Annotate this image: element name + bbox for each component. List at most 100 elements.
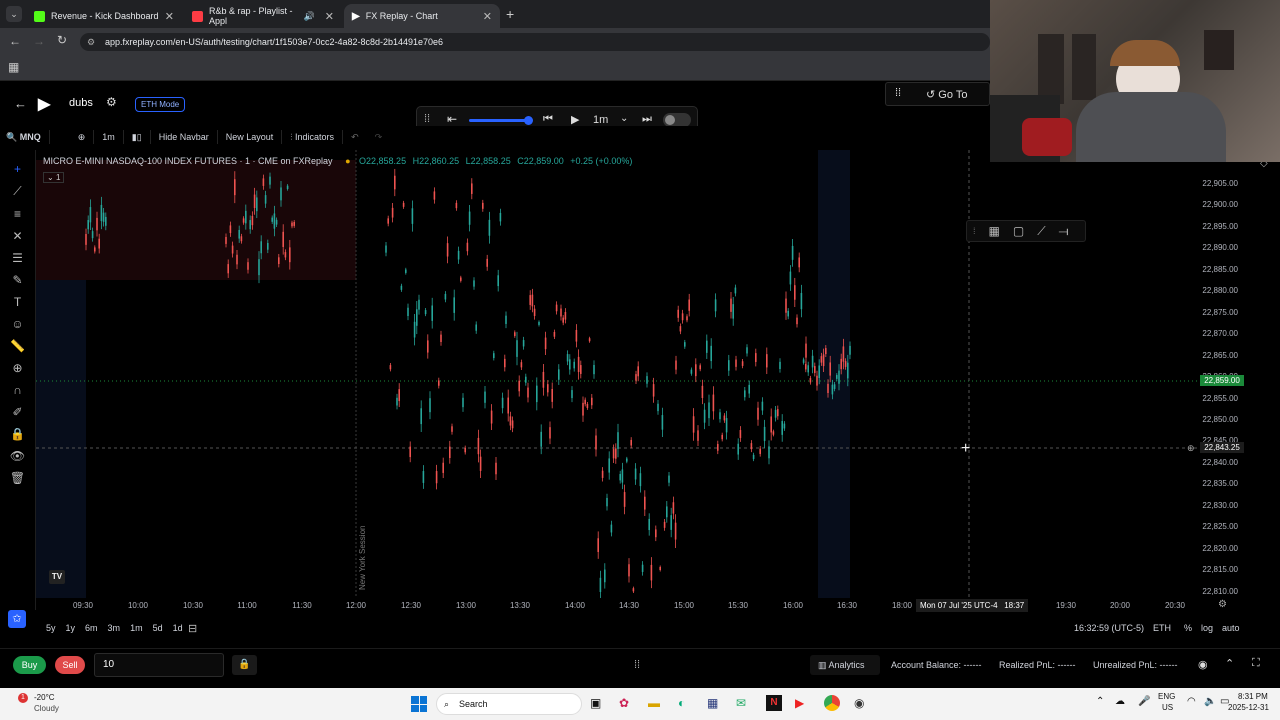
forward-icon[interactable]: →: [33, 34, 45, 48]
language-label[interactable]: ENG: [1158, 692, 1175, 701]
range-button-5d[interactable]: 5d: [153, 623, 163, 633]
time-axis[interactable]: 09:30 10:00 10:30 11:00 11:30 12:00 12:30 13:00…: [36, 598, 1227, 614]
undo-icon[interactable]: ↶: [343, 130, 367, 144]
quantity-input[interactable]: 10: [94, 653, 224, 677]
slider-thumb[interactable]: [524, 116, 533, 125]
copilot-icon[interactable]: ✿: [619, 696, 629, 710]
rectangle-icon[interactable]: ▢: [1013, 224, 1024, 238]
range-button-6m[interactable]: 6m: [85, 623, 98, 633]
sell-button[interactable]: Sell: [55, 656, 85, 674]
cloud-icon[interactable]: ☁: [1115, 696, 1125, 707]
lock-icon[interactable]: 🔒: [10, 427, 25, 441]
resize-handle-icon[interactable]: ⁞⁞: [634, 659, 640, 671]
add-alert-icon[interactable]: ⊕: [1187, 443, 1195, 454]
price-axis[interactable]: 22,905.00 22,900.00 22,895.00 22,890.00 22,8…: [1187, 150, 1280, 598]
close-icon[interactable]: ✕: [165, 10, 174, 23]
tab-fx-replay[interactable]: ▶ FX Replay - Chart ✕: [344, 4, 500, 28]
lock-drawing-icon[interactable]: ✐: [12, 405, 22, 419]
outlook-icon[interactable]: ✉: [736, 696, 746, 710]
fullscreen-icon[interactable]: ⛶: [1252, 657, 1260, 670]
chart-pane[interactable]: New York Session MICRO E-MINI NASDAQ-100…: [36, 150, 1200, 598]
hide-navbar-button[interactable]: Hide Navbar: [151, 130, 218, 144]
tab-search-icon[interactable]: ⌄: [6, 6, 22, 22]
tab-kick-dashboard[interactable]: Revenue - Kick Dashboard ✕: [26, 4, 182, 28]
edge-icon[interactable]: ◐: [678, 696, 685, 710]
session-name[interactable]: dubs: [69, 97, 93, 109]
ruler-icon[interactable]: 📏: [10, 339, 25, 353]
grid-icon[interactable]: ▦: [989, 224, 1000, 238]
volume-icon[interactable]: 🔈: [1204, 696, 1216, 707]
text-icon[interactable]: T: [14, 295, 21, 309]
drag-handle-icon[interactable]: ⁞: [973, 226, 976, 236]
settings-gear-icon[interactable]: ⚙: [1218, 599, 1227, 610]
reload-icon[interactable]: ↻: [57, 33, 67, 47]
taskbar-search[interactable]: ⌕ Search: [436, 693, 582, 715]
back-icon[interactable]: ←: [9, 34, 21, 48]
brush-icon[interactable]: ✎: [12, 273, 22, 287]
site-info-icon[interactable]: ⚙: [87, 33, 95, 51]
microphone-icon[interactable]: 🎤: [1138, 696, 1150, 707]
horizontal-line-icon[interactable]: ⟞: [1059, 224, 1069, 239]
app-icon[interactable]: ◉: [854, 696, 864, 710]
player-interval[interactable]: 1m: [593, 114, 608, 126]
store-icon[interactable]: ▦: [707, 696, 718, 710]
indicator-count[interactable]: ⌄ 1: [43, 172, 65, 183]
range-button-1y[interactable]: 1y: [66, 623, 76, 633]
star-favorites-icon[interactable]: ✩: [8, 610, 26, 628]
drag-handle-icon[interactable]: ⁞⁞: [424, 113, 430, 125]
trash-icon[interactable]: 🗑: [10, 471, 25, 485]
redo-icon[interactable]: ↷: [367, 130, 391, 144]
trendline-icon[interactable]: ⟋: [13, 184, 21, 199]
range-button-3m[interactable]: 3m: [108, 623, 121, 633]
close-icon[interactable]: ✕: [483, 10, 492, 23]
back-arrow-icon[interactable]: ←: [14, 96, 27, 111]
magnet-icon[interactable]: ∩: [13, 383, 22, 397]
step-forward-icon[interactable]: ⏭: [642, 113, 652, 126]
chevron-up-icon[interactable]: ⌃: [1225, 657, 1234, 670]
crosshair-icon[interactable]: +: [14, 162, 21, 176]
speaker-icon[interactable]: 🔊: [304, 11, 315, 22]
candlestick-chart[interactable]: New York Session: [36, 150, 1200, 598]
new-layout-button[interactable]: New Layout: [218, 130, 283, 144]
toggle-switch[interactable]: [663, 113, 691, 127]
range-button-1d[interactable]: 1d: [173, 623, 183, 633]
range-button-5y[interactable]: 5y: [46, 623, 56, 633]
analytics-button[interactable]: ▥ Analytics: [810, 655, 880, 675]
settings-gear-icon[interactable]: ⚙: [106, 95, 117, 109]
step-back-icon[interactable]: ⏮: [543, 113, 553, 126]
emoji-icon[interactable]: ☺: [11, 317, 23, 331]
windows-start-icon[interactable]: [411, 696, 427, 712]
task-view-icon[interactable]: ▣: [590, 696, 601, 710]
auto-toggle[interactable]: auto: [1222, 623, 1240, 633]
skip-to-start-icon[interactable]: ⇤: [447, 112, 457, 126]
buy-button[interactable]: Buy: [13, 656, 46, 674]
eth-toggle[interactable]: ETH: [1153, 623, 1171, 633]
lock-icon[interactable]: 🔒: [232, 655, 257, 675]
replay-speed-slider[interactable]: [469, 116, 533, 125]
fib-icon[interactable]: ≡: [14, 207, 21, 221]
goto-button[interactable]: ↺ Go To: [926, 88, 967, 101]
range-button-1m[interactable]: 1m: [130, 623, 143, 633]
pattern-icon[interactable]: ✕: [12, 229, 22, 243]
weather-temp[interactable]: -20°C: [34, 693, 55, 702]
forecast-icon[interactable]: ☰: [12, 251, 23, 265]
clock-time[interactable]: 8:31 PM: [1238, 692, 1268, 701]
play-icon[interactable]: ▶: [571, 113, 579, 126]
add-symbol-icon[interactable]: ⊕: [70, 130, 95, 144]
wifi-icon[interactable]: ◠: [1187, 696, 1196, 707]
new-tab-icon[interactable]: +: [506, 6, 514, 22]
line-icon[interactable]: ⟋: [1037, 224, 1045, 239]
chrome-icon[interactable]: [824, 695, 840, 711]
file-explorer-icon[interactable]: ▬: [648, 696, 660, 710]
close-icon[interactable]: ✕: [325, 10, 334, 23]
chevron-down-icon[interactable]: ⌄: [620, 113, 628, 124]
indicators-button[interactable]: ⫶ Indicators: [282, 130, 344, 144]
tab-apple-music[interactable]: R&b & rap - Playlist - Appl 🔊 ✕: [184, 4, 342, 28]
apps-grid-icon[interactable]: ▦: [8, 60, 19, 74]
eye-icon[interactable]: ◉: [1198, 658, 1208, 671]
calendar-icon[interactable]: ⊟: [188, 622, 197, 635]
log-toggle[interactable]: log: [1201, 623, 1213, 633]
candle-type-icon[interactable]: ▮▯: [124, 130, 151, 144]
chevron-up-icon[interactable]: ⌃: [1096, 696, 1104, 707]
url-bar[interactable]: ⚙ app.fxreplay.com/en-US/auth/testing/ch…: [80, 33, 990, 51]
